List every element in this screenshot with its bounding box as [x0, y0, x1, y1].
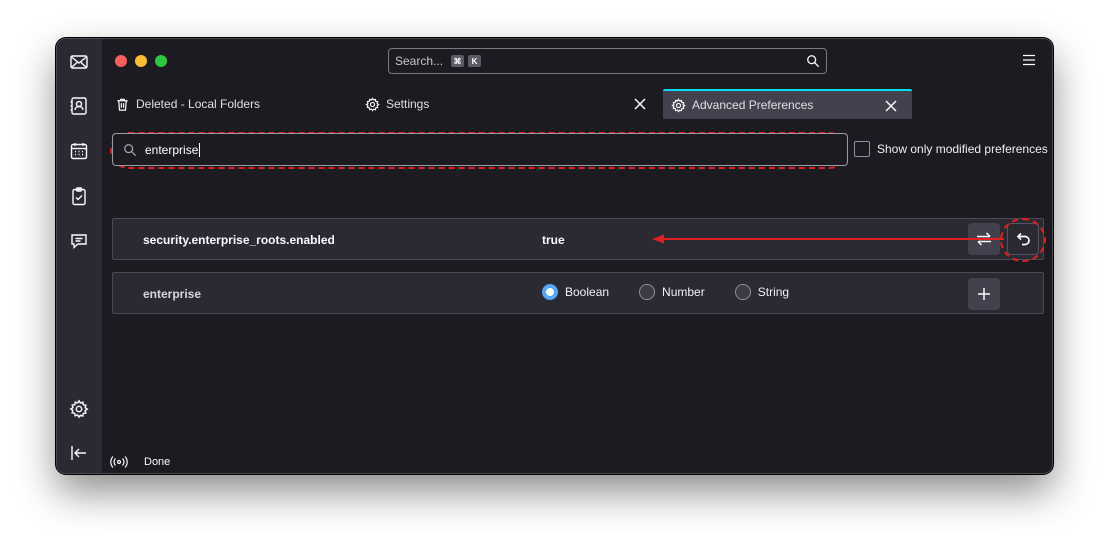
global-search-placeholder: Search...	[395, 54, 444, 68]
search-icon	[124, 144, 137, 157]
plus-icon	[978, 288, 990, 300]
global-search-input[interactable]: Search... ⌘ K	[388, 48, 827, 74]
radio-label: Boolean	[565, 285, 610, 299]
trash-icon	[117, 98, 128, 111]
preference-name: security.enterprise_roots.enabled	[143, 233, 335, 247]
close-tab-icon[interactable]	[884, 99, 898, 113]
preference-value: true	[542, 233, 565, 247]
tab-advanced-preferences[interactable]: Advanced Preferences	[663, 89, 912, 119]
show-modified-checkbox[interactable]	[854, 141, 870, 157]
radio-indicator[interactable]	[542, 284, 558, 300]
app-menu-icon[interactable]	[1022, 54, 1036, 66]
search-icon	[807, 55, 820, 68]
show-modified-label: Show only modified preferences	[877, 142, 1048, 156]
tab-deleted-local-folders[interactable]: Deleted - Local Folders	[115, 89, 355, 119]
radio-label: Number	[662, 285, 705, 299]
preference-type-group: Boolean Number String	[542, 284, 819, 300]
radio-indicator[interactable]	[734, 284, 751, 300]
status-bar: Done	[110, 455, 170, 469]
close-window-button[interactable]	[115, 55, 127, 67]
gear-icon	[671, 97, 686, 113]
tab-strip: Deleted - Local Folders Settings Advance…	[102, 85, 1052, 119]
preference-search-value: enterprise	[145, 142, 199, 157]
show-modified-toggle[interactable]: Show only modified preferences	[854, 141, 1048, 157]
minimize-window-button[interactable]	[135, 55, 147, 67]
tab-label: Settings	[386, 97, 430, 111]
radio-number[interactable]: Number	[639, 284, 705, 300]
address-book-icon[interactable]	[66, 93, 92, 119]
add-preference-button[interactable]	[968, 278, 1000, 310]
tasks-icon[interactable]	[66, 183, 92, 209]
tab-label: Deleted - Local Folders	[136, 97, 261, 111]
calendar-icon[interactable]	[66, 138, 92, 164]
annotation-arrow	[652, 234, 1004, 244]
advanced-preferences-page: enterprise Show only modified preference…	[102, 119, 1052, 473]
gear-icon	[365, 96, 380, 112]
shortcut-k-key: K	[468, 55, 482, 67]
preference-search-input[interactable]: enterprise	[112, 133, 848, 166]
new-preference-row: enterprise Boolean Number String	[112, 272, 1044, 314]
mail-icon[interactable]	[66, 49, 92, 75]
online-status-icon[interactable]	[110, 455, 128, 469]
radio-indicator[interactable]	[639, 284, 656, 300]
title-bar: Search... ⌘ K	[102, 39, 1052, 85]
chat-icon[interactable]	[66, 228, 92, 254]
radio-boolean[interactable]: Boolean	[542, 284, 609, 300]
toggle-annotation-circle	[1000, 218, 1046, 262]
tab-label: Advanced Preferences	[692, 98, 814, 112]
collapse-icon[interactable]	[66, 440, 92, 466]
close-tab-icon[interactable]	[633, 97, 647, 111]
shortcut-cmd-key: ⌘	[451, 55, 465, 67]
zoom-window-button[interactable]	[155, 55, 167, 67]
text-caret	[199, 142, 201, 157]
new-preference-name: enterprise	[143, 287, 202, 301]
spaces-toolbar	[57, 39, 102, 473]
tab-settings[interactable]: Settings	[365, 89, 661, 119]
radio-label: String	[757, 285, 790, 299]
settings-icon[interactable]	[66, 396, 92, 422]
status-text: Done	[144, 456, 171, 468]
radio-string[interactable]: String	[734, 284, 790, 300]
app-window: Search... ⌘ K Deleted - Local Folders Se…	[56, 38, 1053, 474]
